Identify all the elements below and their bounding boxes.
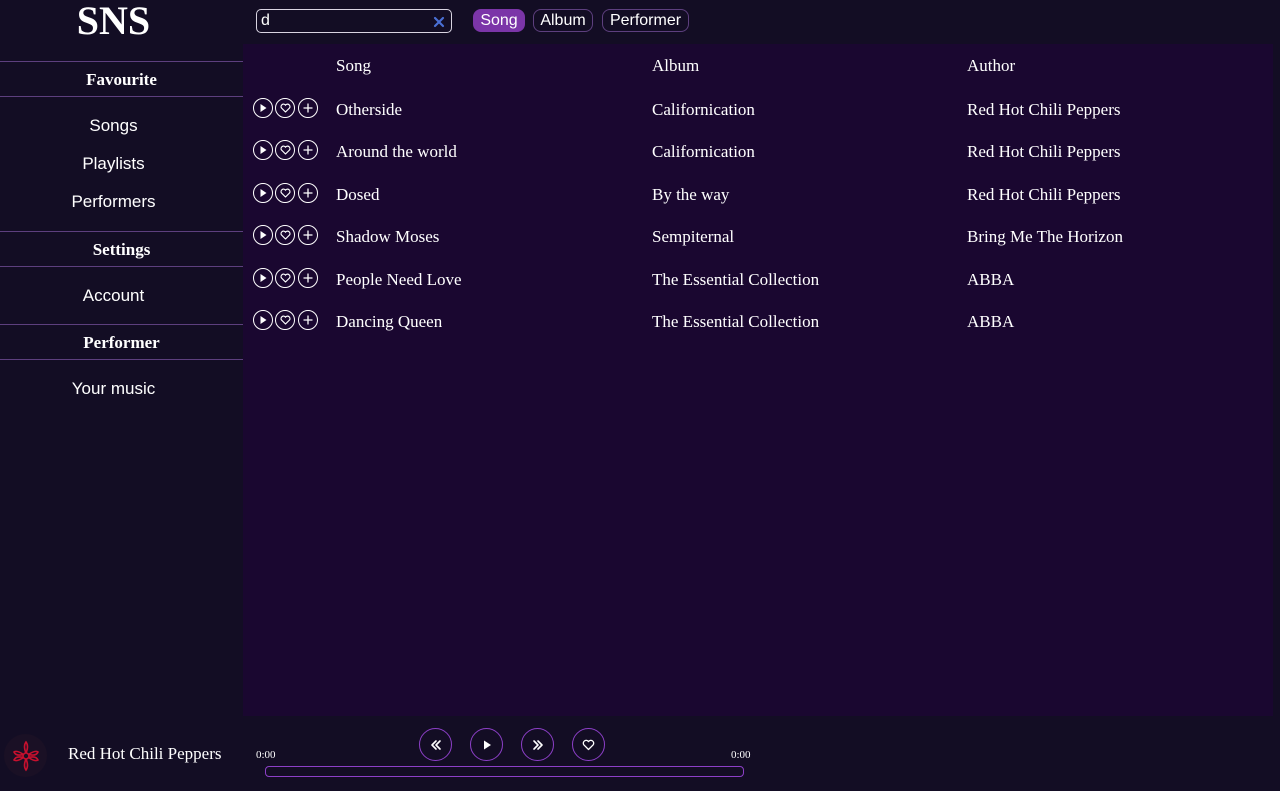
heart-icon xyxy=(279,103,291,113)
row-song-title[interactable]: Dancing Queen xyxy=(336,311,442,333)
row-play-button[interactable] xyxy=(253,98,273,118)
progress-bar[interactable] xyxy=(265,766,744,777)
elapsed-time: 0:00 xyxy=(256,749,276,761)
row-like-button[interactable] xyxy=(275,225,295,246)
row-song-title[interactable]: People Need Love xyxy=(336,269,462,291)
row-album: Californication xyxy=(652,142,755,162)
row-play-button[interactable] xyxy=(253,267,273,288)
plus-icon xyxy=(303,188,313,198)
heart-icon xyxy=(279,273,291,283)
row-play-button[interactable] xyxy=(253,140,273,161)
row-album: By the way xyxy=(652,184,730,204)
row-add-button[interactable] xyxy=(298,310,318,330)
plus-icon xyxy=(303,230,313,240)
row-add-button[interactable] xyxy=(298,182,318,203)
plus-icon xyxy=(303,272,313,283)
heart-icon xyxy=(279,315,291,325)
total-time: 0:00 xyxy=(731,749,751,761)
album-art xyxy=(4,734,47,777)
row-author: Red Hot Chili Peppers xyxy=(967,100,1121,119)
play-icon xyxy=(260,316,267,324)
table-row[interactable]: Otherside Californication Red Hot Chili Pe… xyxy=(243,97,1273,139)
play-icon xyxy=(483,740,491,749)
search-box xyxy=(256,9,452,33)
row-add-button[interactable] xyxy=(298,140,318,161)
row-like-button[interactable] xyxy=(275,267,295,288)
results-panel: Song Album Author Otherside Californicati… xyxy=(243,44,1273,716)
row-author: ABBA xyxy=(967,269,1015,289)
table-row[interactable]: Dosed By the way Red Hot Chili Peppers xyxy=(243,182,1273,224)
row-play-button[interactable] xyxy=(253,225,273,246)
row-song-title[interactable]: Dosed xyxy=(336,184,379,206)
column-header-song: Song xyxy=(336,56,371,75)
search-input[interactable] xyxy=(261,11,429,31)
sidebar-item-account[interactable]: Account xyxy=(0,281,227,311)
play-icon xyxy=(260,188,267,197)
play-icon xyxy=(260,273,267,282)
sidebar-item-songs[interactable]: Songs xyxy=(0,111,227,141)
rewind-icon xyxy=(430,739,441,750)
row-play-button[interactable] xyxy=(253,182,273,203)
fast-forward-icon xyxy=(532,739,543,750)
row-album: The Essential Collection xyxy=(652,312,820,331)
row-album: The Essential Collection xyxy=(652,269,820,289)
row-like-button[interactable] xyxy=(275,310,295,330)
clear-search-button[interactable] xyxy=(429,12,449,32)
heart-icon xyxy=(279,188,291,198)
table-row[interactable]: People Need Love The Essential Collection… xyxy=(243,267,1273,309)
play-icon xyxy=(260,146,267,155)
row-like-button[interactable] xyxy=(275,182,295,203)
sidebar-item-playlists[interactable]: Playlists xyxy=(0,149,227,179)
rhcp-asterisk-logo xyxy=(12,740,39,771)
column-header-author: Author xyxy=(967,56,1016,75)
table-row[interactable]: Dancing Queen The Essential Collection ABB… xyxy=(243,309,1273,351)
row-album: Californication xyxy=(652,100,755,119)
rewind-button[interactable] xyxy=(419,728,452,761)
heart-icon xyxy=(279,230,291,240)
play-icon xyxy=(260,231,267,240)
table-row[interactable]: Around the world Californication Red Hot C… xyxy=(243,139,1273,181)
sidebar-item-performers[interactable]: Performers xyxy=(0,187,227,217)
sidebar-heading-performer: Performer xyxy=(0,324,243,360)
heart-icon xyxy=(279,145,291,155)
sidebar: SNS Favourite Songs Playlists Performers… xyxy=(0,0,243,716)
row-add-button[interactable] xyxy=(298,267,318,288)
fast-forward-button[interactable] xyxy=(521,728,554,761)
filter-song[interactable]: Song xyxy=(473,9,525,32)
row-like-button[interactable] xyxy=(275,140,295,161)
row-album: Sempiternal xyxy=(652,227,735,247)
filter-performer[interactable]: Performer xyxy=(602,9,689,32)
row-add-button[interactable] xyxy=(298,225,318,246)
sidebar-heading-favourite: Favourite xyxy=(0,61,243,97)
row-song-title[interactable]: Around the world xyxy=(336,141,457,163)
column-header-album: Album xyxy=(652,56,700,75)
app-logo[interactable]: SNS xyxy=(0,0,227,44)
row-song-title[interactable]: Otherside xyxy=(336,99,402,121)
row-song-title[interactable]: Shadow Moses xyxy=(336,226,439,248)
row-author: ABBA xyxy=(967,312,1015,331)
play-icon xyxy=(260,104,267,112)
filter-album[interactable]: Album xyxy=(533,9,593,32)
plus-icon xyxy=(303,145,313,156)
heart-icon xyxy=(582,739,595,750)
row-add-button[interactable] xyxy=(298,98,318,118)
row-author: Red Hot Chili Peppers xyxy=(967,184,1121,204)
plus-icon xyxy=(303,103,313,113)
row-author: Bring Me The Horizon xyxy=(967,227,1123,247)
like-current-button[interactable] xyxy=(572,728,605,761)
now-playing-artist: Red Hot Chili Peppers xyxy=(68,744,222,763)
row-play-button[interactable] xyxy=(253,310,273,330)
row-author: Red Hot Chili Peppers xyxy=(967,142,1121,162)
table-row[interactable]: Shadow Moses Sempiternal Bring Me The Hori… xyxy=(243,224,1273,266)
sidebar-heading-settings: Settings xyxy=(0,231,243,267)
player-bar: Red Hot Chili Peppers 0:00 0:00 xyxy=(0,716,1280,791)
sidebar-item-your-music[interactable]: Your music xyxy=(0,374,227,404)
close-icon xyxy=(433,16,445,28)
plus-icon xyxy=(303,315,313,325)
play-button[interactable] xyxy=(470,728,503,761)
row-like-button[interactable] xyxy=(275,98,295,118)
